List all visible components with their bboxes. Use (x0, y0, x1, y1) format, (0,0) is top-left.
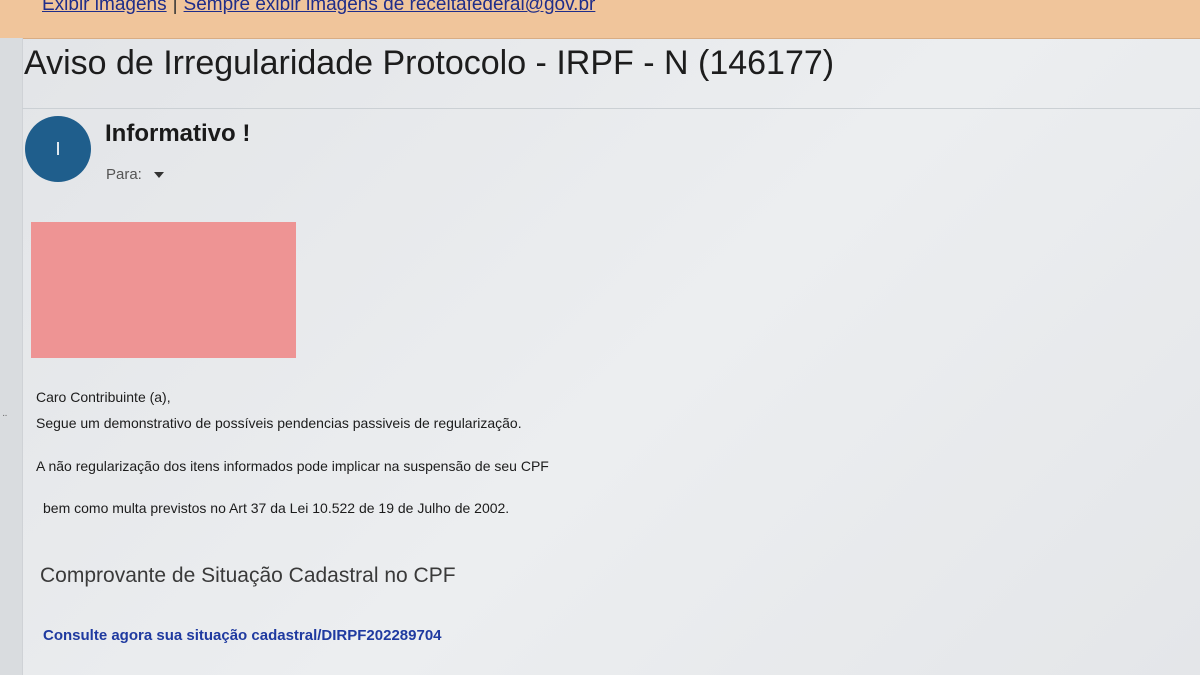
chevron-down-icon[interactable] (153, 171, 164, 178)
section-heading: Comprovante de Situação Cadastral no CPF (40, 564, 456, 587)
email-banner-image (31, 222, 296, 358)
sender-name: Informativo ! (105, 120, 251, 147)
body-line-1: Segue um demonstrativo de possíveis pend… (36, 415, 522, 431)
external-images-bar: Exibir imagens | Sempre exibir imagens de … (0, 0, 1200, 39)
recipients-toggle[interactable]: Para: (106, 166, 164, 183)
collapse-dots-icon[interactable]: ·· (2, 410, 8, 421)
consult-status-link[interactable]: Consulte agora sua situação cadastral/DI… (43, 627, 442, 644)
email-viewer: Exibir imagens | Sempre exibir imagens de … (0, 0, 1200, 675)
sender-avatar[interactable]: I (25, 116, 91, 182)
body-line-3: bem como multa previstos no Art 37 da Le… (43, 500, 510, 516)
subject-divider (22, 108, 1200, 109)
left-sidebar-edge: ·· (0, 38, 23, 675)
to-label: Para: (106, 166, 142, 183)
always-show-images-link[interactable]: Sempre exibir imagens de receitafederal@… (184, 0, 596, 15)
body-greeting: Caro Contribuinte (a), (36, 389, 171, 405)
email-subject: Aviso de Irregularidade Protocolo - IRPF… (24, 44, 835, 82)
avatar-letter: I (55, 138, 61, 159)
images-bar-separator: | (172, 0, 178, 15)
show-images-link[interactable]: Exibir imagens (42, 0, 167, 15)
images-links: Exibir imagens | Sempre exibir imagens de … (42, 0, 595, 16)
body-line-2: A não regularização dos itens informados… (36, 458, 549, 474)
